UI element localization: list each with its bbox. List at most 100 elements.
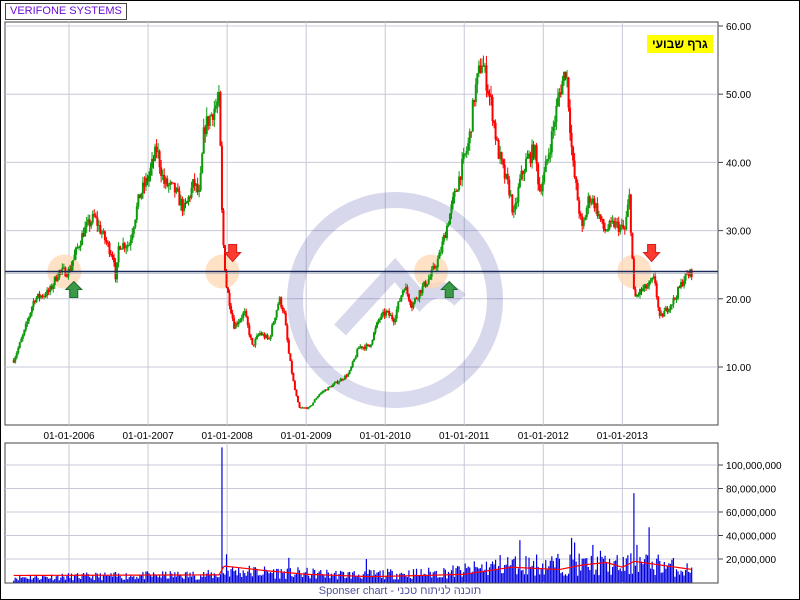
candle-body (379, 318, 382, 320)
candle-body (684, 273, 687, 281)
candle-body (298, 402, 301, 408)
volume-bar (450, 570, 453, 583)
candle-body (579, 213, 582, 217)
footer-sponsor: Sponser chart - תוכנה לניתוח טכני (318, 585, 482, 597)
volume-bar (309, 578, 311, 583)
volume-bar (89, 576, 91, 583)
candle-body (476, 73, 479, 85)
candle-body (515, 202, 518, 204)
candle-body (228, 292, 231, 306)
candle-body (491, 96, 494, 122)
candle-body (257, 334, 260, 336)
candle-body (642, 288, 645, 292)
candle (676, 286, 679, 301)
volume-bar (569, 554, 571, 583)
candle-body (353, 358, 356, 362)
volume-bar (228, 576, 231, 583)
volume-bar (374, 574, 377, 583)
volume-bar (616, 555, 618, 583)
candle-body (35, 297, 38, 303)
candle (348, 369, 351, 375)
x-tick-label: 01-01-2006 (43, 431, 95, 442)
volume-bar (236, 575, 238, 583)
volume-bar (367, 574, 369, 583)
volume-bar (350, 578, 352, 583)
volume-bar (195, 579, 197, 583)
candle-body (231, 313, 234, 319)
candle-body (319, 392, 322, 395)
volume-bar (589, 570, 591, 583)
candle-body (409, 300, 412, 306)
candle-body (552, 126, 555, 132)
candle-body (578, 200, 581, 214)
volume-bar (280, 569, 282, 583)
volume-bar (108, 576, 111, 583)
volume-bar (137, 578, 139, 583)
candle-body (109, 253, 112, 255)
volume-bar (557, 553, 559, 583)
candle-body (526, 157, 529, 160)
candle-body (435, 267, 438, 269)
candle-body (322, 391, 325, 393)
volume-bar (247, 571, 249, 583)
candle-body (570, 132, 573, 147)
volume-bar (121, 578, 123, 583)
candle-body (649, 280, 652, 282)
volume-bar (607, 571, 609, 583)
candle-body (27, 317, 30, 322)
volume-bar (323, 575, 325, 583)
volume-bar (215, 574, 217, 583)
volume-bar (659, 560, 661, 583)
candle-body (222, 210, 225, 246)
volume-bar (522, 569, 524, 583)
candle-body (550, 131, 553, 153)
candle-body (474, 84, 477, 103)
volume-bar (684, 569, 687, 583)
candle-body (20, 338, 23, 343)
candle-body (506, 173, 509, 180)
volume-bar (469, 567, 471, 583)
volume-bar (294, 574, 296, 583)
candle (220, 141, 223, 214)
candle-body (26, 321, 29, 324)
candle-body (295, 389, 298, 396)
volume-bar (238, 567, 240, 583)
candle-body (502, 159, 505, 165)
volume-bar (558, 558, 561, 583)
volume-bar (619, 568, 621, 583)
volume-bar (434, 571, 436, 583)
volume-bar (221, 447, 223, 583)
candle-body (575, 177, 578, 183)
volume-bar (136, 576, 138, 583)
volume-bar (259, 574, 261, 583)
legend-series: VERIFONE SYSTEMS (5, 3, 127, 20)
volume-bar (666, 566, 668, 583)
volume-bar (672, 558, 675, 583)
candle-body (426, 284, 429, 287)
candle-body (535, 145, 538, 164)
volume-bar (362, 574, 364, 583)
volume-bar (98, 577, 100, 583)
candle-body (450, 204, 453, 214)
volume-bar (286, 568, 288, 583)
volume-bar (660, 572, 662, 583)
volume-bar (470, 573, 472, 583)
volume-bar (256, 568, 258, 583)
candle-body (274, 317, 277, 323)
candle (289, 353, 292, 362)
candle-body (467, 143, 470, 151)
volume-bar (482, 571, 485, 583)
volume-bar (297, 567, 299, 583)
volume-bar (546, 569, 548, 583)
candle (201, 152, 204, 174)
volume-bar (90, 578, 92, 583)
candle-body (470, 131, 473, 133)
candle-body (648, 281, 651, 286)
candle-body (230, 305, 233, 314)
candle-body (275, 310, 278, 318)
volume-bar (455, 568, 457, 583)
candle-body (537, 163, 540, 185)
volume-bar (432, 572, 434, 583)
candle-body (512, 209, 515, 213)
volume-bar (245, 575, 247, 583)
